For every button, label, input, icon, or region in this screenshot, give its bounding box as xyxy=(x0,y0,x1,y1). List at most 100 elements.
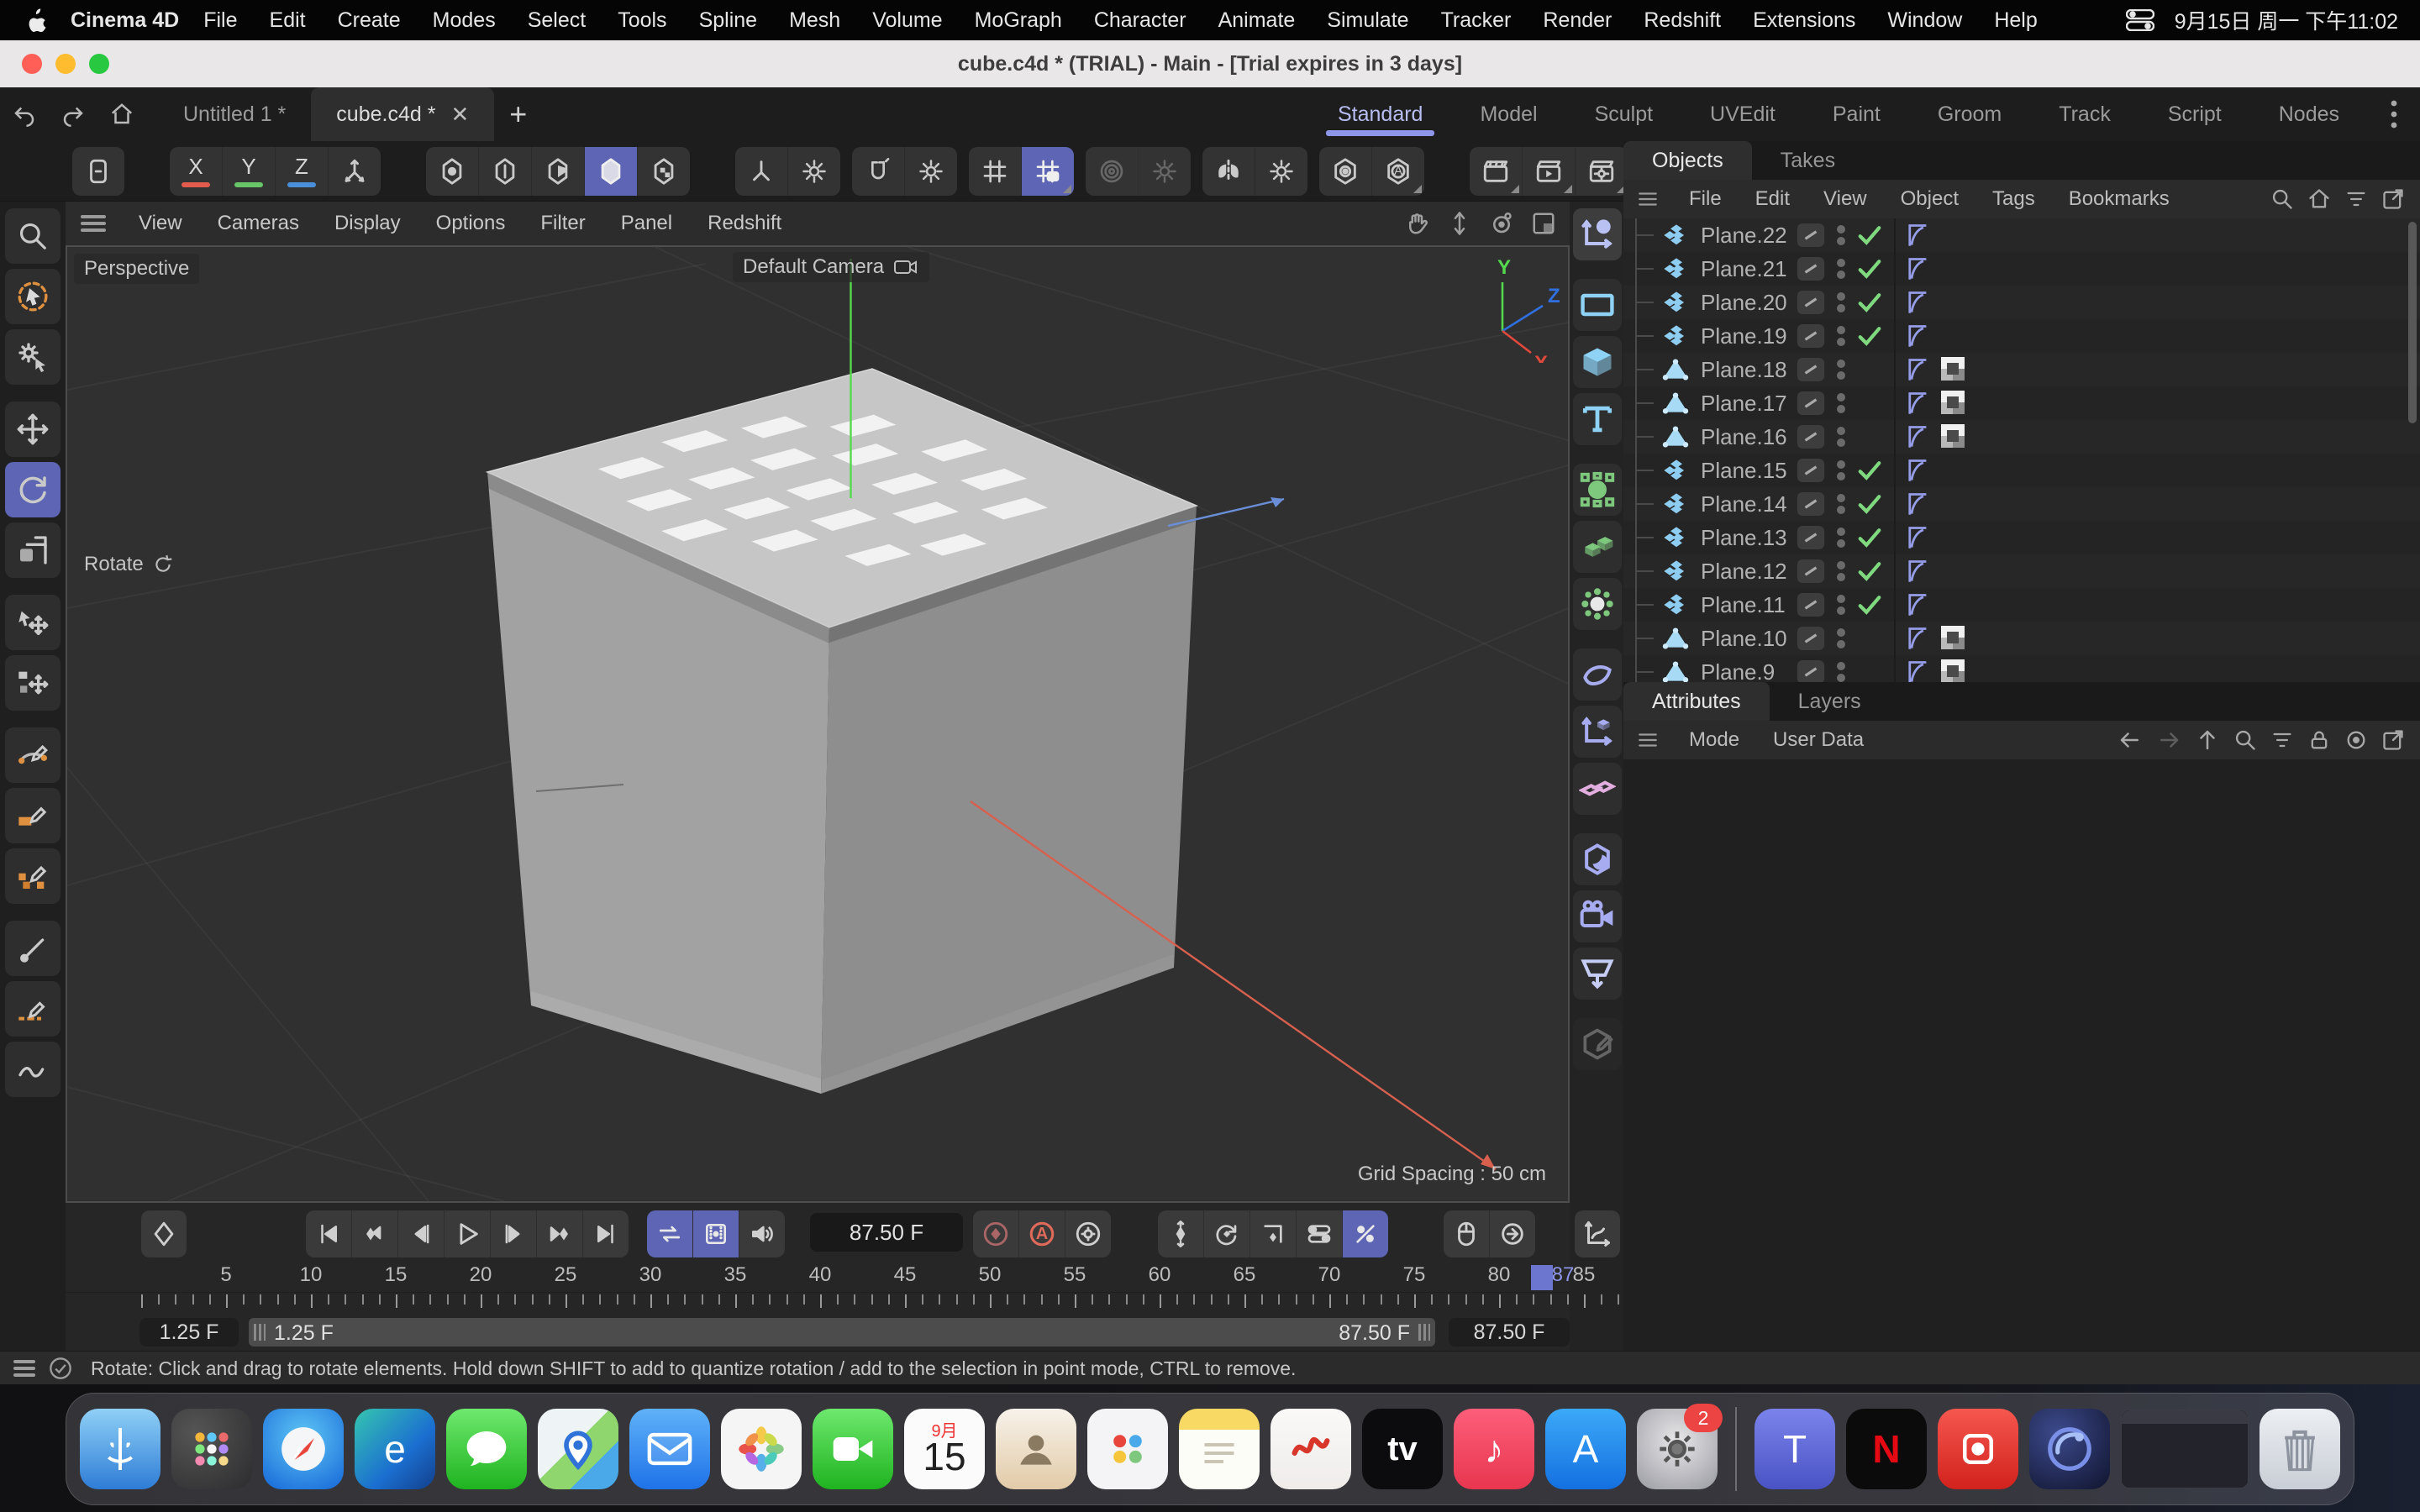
zoom-tool-button[interactable] xyxy=(5,208,60,264)
dock-app-notes[interactable] xyxy=(1179,1409,1260,1489)
layout-tab-uvedit[interactable]: UVEdit xyxy=(1681,87,1804,141)
search-icon[interactable] xyxy=(2270,187,2294,211)
key-params-button[interactable] xyxy=(1297,1210,1343,1257)
coord-system-button[interactable] xyxy=(329,147,381,196)
close-tab-icon[interactable]: ✕ xyxy=(450,102,469,128)
spline-smooth-tool-button[interactable] xyxy=(5,1042,60,1097)
new-tab-button[interactable]: + xyxy=(494,87,542,141)
gear-button[interactable] xyxy=(905,147,957,196)
home-icon[interactable] xyxy=(2307,187,2331,211)
environment-button[interactable] xyxy=(1573,833,1622,885)
uvw-tag-icon[interactable] xyxy=(1941,659,1965,682)
dock-app-edge[interactable]: e xyxy=(355,1409,435,1489)
enabled-check-icon[interactable] xyxy=(1857,258,1882,280)
axis-z-button[interactable]: Z xyxy=(276,147,329,196)
timeline-ruler-ticks[interactable] xyxy=(66,1292,1570,1316)
dock-app-dots-app[interactable] xyxy=(1087,1409,1168,1489)
object-name[interactable]: Plane.13 xyxy=(1701,525,1787,551)
filter-icon[interactable] xyxy=(2270,728,2294,752)
visibility-dots-icon[interactable] xyxy=(1835,423,1847,450)
popout-icon[interactable] xyxy=(2381,187,2405,211)
object-row[interactable]: Plane.16 xyxy=(1623,420,2420,454)
menubar-item-redshift[interactable]: Redshift xyxy=(1628,8,1737,33)
autokey-button[interactable]: A xyxy=(1019,1210,1065,1257)
dock-app-netflix[interactable]: N xyxy=(1846,1409,1927,1489)
next-key-button[interactable] xyxy=(537,1210,583,1257)
camera-button[interactable] xyxy=(1573,890,1622,942)
edit-toggle-icon[interactable] xyxy=(1797,324,1825,348)
layout-tab-standard[interactable]: Standard xyxy=(1309,87,1451,141)
visibility-dots-icon[interactable] xyxy=(1835,558,1847,585)
text-prim-button[interactable] xyxy=(1573,393,1622,445)
grid-button[interactable] xyxy=(969,147,1022,196)
viewport-3d[interactable]: Perspective Default Camera Rotate Grid S… xyxy=(66,245,1570,1203)
phong-tag-icon[interactable] xyxy=(1906,256,1929,281)
menubar-item-select[interactable]: Select xyxy=(512,8,602,33)
cube-prim-button[interactable] xyxy=(1573,336,1622,388)
visibility-dots-icon[interactable] xyxy=(1835,591,1847,618)
dock-app-apple-tv[interactable]: tv xyxy=(1362,1409,1443,1489)
bend-button[interactable] xyxy=(1573,648,1622,701)
points-mode-button[interactable] xyxy=(426,147,479,196)
enabled-check-icon[interactable] xyxy=(1857,291,1882,313)
viewport-menu-display[interactable]: Display xyxy=(317,212,418,235)
lock-icon[interactable] xyxy=(2307,728,2331,752)
edit-toggle-icon[interactable] xyxy=(1797,660,1825,682)
object-row[interactable]: Plane.14 xyxy=(1623,487,2420,521)
line-cut-tool-button[interactable] xyxy=(5,981,60,1037)
phong-tag-icon[interactable] xyxy=(1906,559,1929,584)
tweak-tool-button[interactable] xyxy=(5,329,60,385)
fcurve-button[interactable] xyxy=(1575,1210,1620,1257)
enabled-check-icon[interactable] xyxy=(1857,493,1882,515)
target-icon[interactable] xyxy=(2344,728,2368,752)
visibility-dots-icon[interactable] xyxy=(1835,356,1847,383)
rect-spline-button[interactable] xyxy=(1573,279,1622,331)
viewport-view-label[interactable]: Perspective xyxy=(74,254,199,284)
dock-app-mail[interactable] xyxy=(629,1409,710,1489)
edit-toggle-icon[interactable] xyxy=(1797,358,1825,381)
phong-tag-icon[interactable] xyxy=(1906,391,1929,416)
range-grip-right[interactable] xyxy=(1418,1324,1430,1341)
gear-button[interactable] xyxy=(1255,147,1307,196)
key-pla-button[interactable] xyxy=(1343,1210,1388,1257)
texture-mode-button[interactable] xyxy=(638,147,690,196)
go-end-button[interactable] xyxy=(583,1210,629,1257)
viewport-menu-options[interactable]: Options xyxy=(418,212,523,235)
visibility-dots-icon[interactable] xyxy=(1835,491,1847,517)
next-frame-button[interactable] xyxy=(491,1210,537,1257)
enabled-check-icon[interactable] xyxy=(1857,325,1882,347)
grid-lock-button[interactable] xyxy=(1022,147,1074,196)
clapper-button[interactable] xyxy=(1470,147,1523,196)
viewport-menu-redshift[interactable]: Redshift xyxy=(690,212,799,235)
hex-dot-button[interactable] xyxy=(1319,147,1372,196)
visibility-dots-icon[interactable] xyxy=(1835,255,1847,282)
object-name[interactable]: Plane.15 xyxy=(1701,458,1787,484)
pan-hand-icon[interactable] xyxy=(1405,211,1430,236)
edit-toggle-icon[interactable] xyxy=(1797,526,1825,549)
symmetry-button[interactable] xyxy=(1202,147,1255,196)
sketch-tool-button[interactable] xyxy=(5,788,60,843)
volume-button[interactable] xyxy=(1573,521,1622,573)
menubar-item-volume[interactable]: Volume xyxy=(856,8,958,33)
object-manager-menu-edit[interactable]: Edit xyxy=(1739,187,1807,211)
edit-toggle-icon[interactable] xyxy=(1797,559,1825,583)
dock-app-finder[interactable] xyxy=(80,1409,160,1489)
back-icon[interactable] xyxy=(2118,727,2143,753)
edit-toggle-icon[interactable] xyxy=(1797,391,1825,415)
key-rot-button[interactable] xyxy=(1204,1210,1250,1257)
phong-tag-icon[interactable] xyxy=(1906,424,1929,449)
menubar-item-render[interactable]: Render xyxy=(1527,8,1628,33)
object-manager-tab-takes[interactable]: Takes xyxy=(1752,141,1864,180)
phong-tag-icon[interactable] xyxy=(1906,626,1929,651)
falloff-button[interactable] xyxy=(1086,147,1139,196)
up-icon[interactable] xyxy=(2195,727,2220,753)
axis-cube-button[interactable] xyxy=(1573,706,1622,758)
mouse-record-button[interactable] xyxy=(1444,1210,1490,1257)
visibility-dots-icon[interactable] xyxy=(1835,625,1847,652)
dock-app-facetime[interactable] xyxy=(813,1409,893,1489)
menubar-item-modes[interactable]: Modes xyxy=(417,8,512,33)
phong-tag-icon[interactable] xyxy=(1906,458,1929,483)
object-row[interactable]: Plane.11 xyxy=(1623,588,2420,622)
attribute-manager-tab-attributes[interactable]: Attributes xyxy=(1623,682,1770,721)
stage-button[interactable] xyxy=(1573,948,1622,1000)
